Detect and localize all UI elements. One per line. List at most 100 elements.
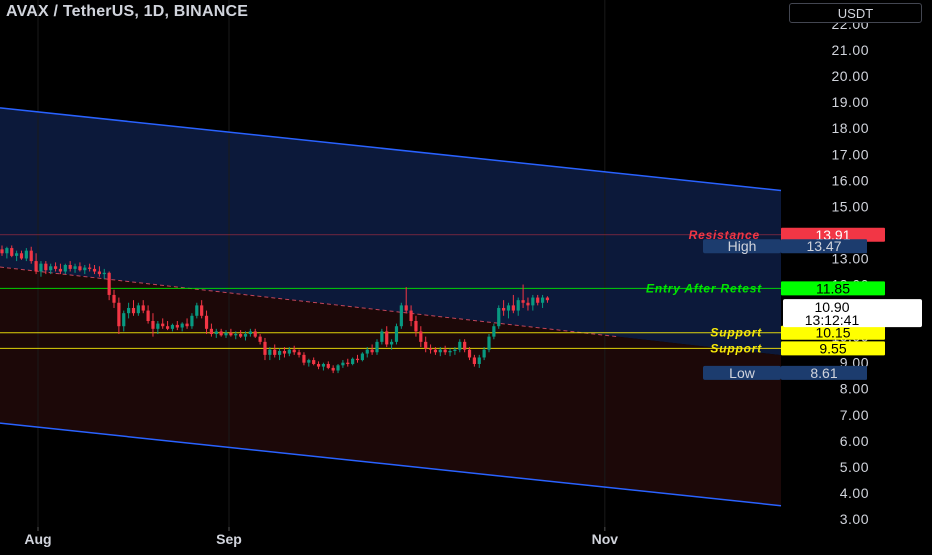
y-tick-label: 20.00 <box>831 68 869 84</box>
candle-body <box>502 307 506 311</box>
candle-body <box>131 307 136 314</box>
y-tick-label: 7.00 <box>840 407 869 423</box>
candle-body <box>10 248 14 256</box>
candle-body <box>0 249 4 254</box>
candle-body <box>536 297 540 303</box>
candle-body <box>117 302 121 327</box>
candle-body <box>151 321 155 329</box>
candle-body <box>243 334 248 337</box>
candle-body <box>190 315 194 327</box>
candle-body <box>253 331 257 337</box>
candle-body <box>44 263 48 271</box>
candle-body <box>170 324 175 329</box>
candle-body <box>229 332 233 336</box>
candle-body <box>292 349 296 353</box>
candle-body <box>370 349 374 353</box>
candle-body <box>24 250 28 259</box>
candle-body <box>365 349 369 354</box>
candle-body <box>336 365 340 371</box>
candle-body <box>107 272 111 295</box>
candle-body <box>165 326 170 329</box>
candle-body <box>312 360 316 364</box>
candle-body <box>214 331 218 335</box>
candle-body <box>204 315 209 329</box>
candle-body <box>29 250 33 262</box>
candle-body <box>399 305 403 327</box>
candle-body <box>136 305 140 314</box>
candle-body <box>526 302 530 306</box>
currency-selector-button[interactable]: USDT <box>789 3 922 23</box>
candle-body <box>487 336 491 350</box>
candle-body <box>506 305 511 311</box>
candle-body <box>521 300 525 303</box>
candle-body <box>112 294 116 303</box>
x-tick-label: Sep <box>216 531 242 547</box>
level-label: Support <box>710 326 762 340</box>
candle-body <box>409 310 413 321</box>
candle-body <box>282 350 287 354</box>
candle-body <box>346 362 350 364</box>
candle-body <box>248 331 252 335</box>
candle-body <box>127 307 131 314</box>
candle-body <box>297 352 301 355</box>
candle-body <box>122 313 126 327</box>
candle-body <box>141 305 145 311</box>
candle-body <box>58 268 63 272</box>
y-tick-label: 15.00 <box>831 198 869 214</box>
candle-body <box>195 305 199 316</box>
chart-svg: ResistanceEntry After RetestSupportSuppo… <box>0 0 932 551</box>
candle-body <box>419 331 423 342</box>
candle-body <box>448 350 452 353</box>
candle-body <box>102 272 106 275</box>
candle-body <box>438 349 442 353</box>
level-label: Support <box>710 341 762 355</box>
candle-body <box>385 331 389 345</box>
candle-body <box>380 331 384 342</box>
low-value-text: 8.61 <box>810 365 837 381</box>
candle-body <box>185 323 189 327</box>
candle-body <box>511 305 515 311</box>
candle-body <box>146 310 150 321</box>
candle-body <box>433 349 438 353</box>
candle-body <box>321 363 326 367</box>
candle-body <box>175 324 179 328</box>
x-tick-label: Nov <box>592 531 619 547</box>
y-tick-label: 16.00 <box>831 172 869 188</box>
candle-body <box>78 266 82 271</box>
candle-body <box>68 264 72 269</box>
candle-body <box>467 349 472 358</box>
candle-body <box>477 357 481 364</box>
candle-body <box>316 363 321 367</box>
candle-body <box>492 326 496 337</box>
candle-body <box>390 341 394 345</box>
candle-body <box>5 248 9 254</box>
candle-body <box>200 305 204 316</box>
y-tick-label: 8.00 <box>840 381 869 397</box>
candle-body <box>302 354 306 363</box>
y-tick-label: 18.00 <box>831 120 869 136</box>
candle-body <box>273 349 277 355</box>
candle-body <box>219 331 223 336</box>
candle-body <box>156 323 160 329</box>
candle-body <box>268 349 272 355</box>
y-tick-label: 6.00 <box>840 433 869 449</box>
time-axis-panel <box>0 528 782 551</box>
candle-body <box>351 358 355 364</box>
candle-body <box>424 341 428 349</box>
candle-body <box>49 266 53 271</box>
candle-body <box>453 349 457 351</box>
candle-body <box>234 334 238 336</box>
candle-body <box>545 297 550 301</box>
candle-body <box>161 323 165 327</box>
candle-body <box>341 362 345 366</box>
candle-body <box>15 253 19 256</box>
y-tick-label: 3.00 <box>840 511 869 527</box>
candle-body <box>180 323 184 328</box>
candle-body <box>239 334 243 337</box>
y-tick-label: 21.00 <box>831 42 869 58</box>
candle-body <box>34 261 38 272</box>
candle-body <box>88 267 92 269</box>
chart-title: AVAX / TetherUS, 1D, BINANCE <box>6 3 249 20</box>
price-level-value: 9.55 <box>819 340 846 356</box>
candle-body <box>209 328 214 335</box>
